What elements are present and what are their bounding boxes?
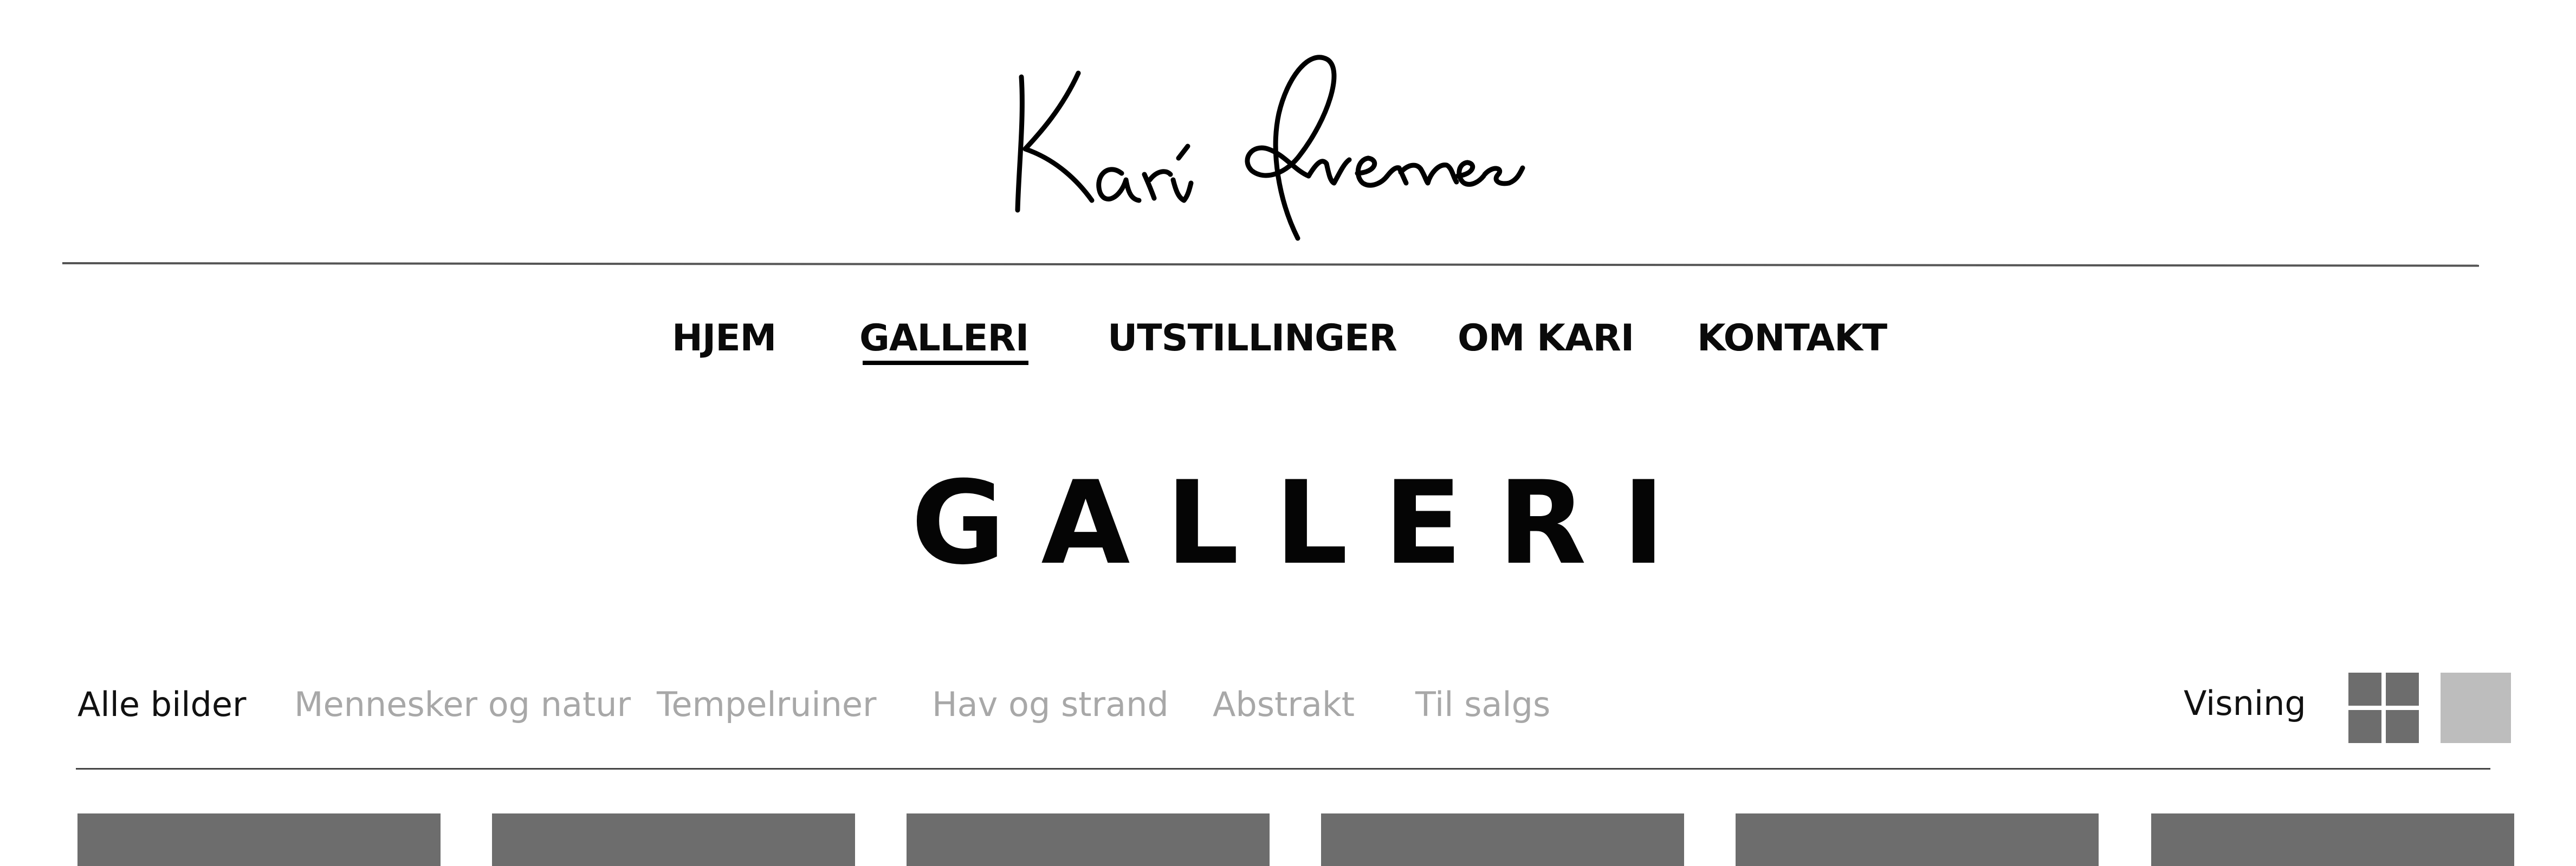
signature-logo[interactable] xyxy=(997,38,1550,255)
gallery-thumbnail[interactable] xyxy=(1736,813,2099,866)
gallery-thumbnail[interactable] xyxy=(907,813,1270,866)
filter-alle-bilder[interactable]: Alle bilder xyxy=(77,685,247,724)
nav-item-utstillinger[interactable]: UTSTILLINGER xyxy=(1108,317,1397,360)
filter-abstrakt[interactable]: Abstrakt xyxy=(1213,685,1355,724)
grid-cell xyxy=(2348,710,2381,743)
grid-cell xyxy=(2386,710,2419,743)
nav-item-hjem[interactable]: HJEM xyxy=(672,317,776,360)
gallery-thumbnail[interactable] xyxy=(1321,813,1684,866)
header-divider xyxy=(62,262,2479,267)
nav-item-galleri[interactable]: GALLERI xyxy=(859,317,1029,365)
filter-tempelruiner[interactable]: Tempelruiner xyxy=(657,685,877,724)
filter-divider xyxy=(76,768,2490,770)
gallery-thumbnail[interactable] xyxy=(492,813,855,866)
view-label: Visning xyxy=(2184,683,2306,723)
nav-item-om-kari[interactable]: OM KARI xyxy=(1458,317,1634,360)
gallery-thumbnail[interactable] xyxy=(77,813,441,866)
grid-cell xyxy=(2348,673,2381,706)
single-view-icon[interactable] xyxy=(2441,673,2511,743)
gallery-thumbnail[interactable] xyxy=(2151,813,2514,866)
gallery-page: HJEM GALLERI UTSTILLINGER OM KARI KONTAK… xyxy=(0,0,2576,866)
main-nav: HJEM GALLERI UTSTILLINGER OM KARI KONTAK… xyxy=(0,317,2576,366)
nav-item-kontakt[interactable]: KONTAKT xyxy=(1697,317,1887,360)
filter-til-salgs[interactable]: Til salgs xyxy=(1415,685,1550,724)
filter-hav-og-strand[interactable]: Hav og strand xyxy=(932,685,1169,724)
page-title: GALLERI xyxy=(911,456,1701,590)
filter-mennesker-og-natur[interactable]: Mennesker og natur xyxy=(294,685,631,724)
grid-cell xyxy=(2386,673,2419,706)
grid-view-icon[interactable] xyxy=(2348,673,2419,743)
